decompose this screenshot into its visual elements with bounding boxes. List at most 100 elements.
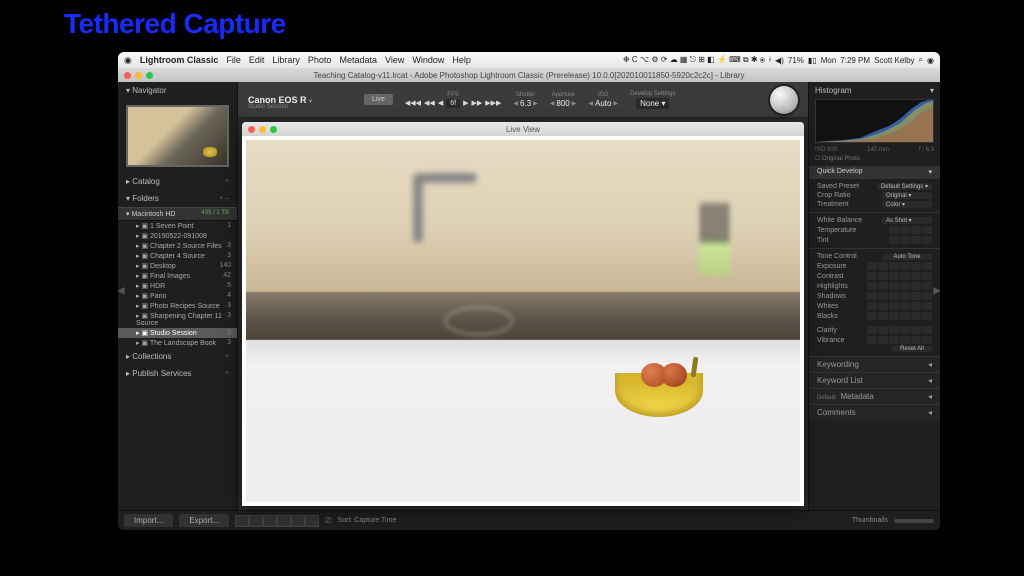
app-menu[interactable]: Lightroom Classic xyxy=(140,55,219,65)
close-icon[interactable] xyxy=(124,72,131,79)
live-view-titlebar: Live View xyxy=(242,122,804,136)
painter-icon[interactable]: ⎚ xyxy=(325,516,331,526)
shutter-button[interactable] xyxy=(770,86,798,114)
menu-view[interactable]: View xyxy=(385,55,404,65)
navigator-thumbnail[interactable] xyxy=(126,105,229,167)
tint-stepper[interactable] xyxy=(889,236,932,244)
view-mode-buttons[interactable] xyxy=(235,515,319,527)
folder-item[interactable]: ▸ ▣ Photo Recipes Source3 xyxy=(118,301,237,311)
shutter-value[interactable]: 6.3 xyxy=(520,99,531,108)
folder-item[interactable]: ▸ ▣ Desktop140 xyxy=(118,261,237,271)
bottom-toolbar: Import... Export... ⎚ Sort: Capture Time… xyxy=(118,510,940,530)
live-close-icon[interactable] xyxy=(248,126,255,133)
transport-controls[interactable]: ◀◀◀◀◀◀ 6f ▶▶▶▶▶▶ xyxy=(405,99,502,108)
folder-item[interactable]: ▸ ▣ Sharpening Chapter 11 Source3 xyxy=(118,311,237,328)
menu-file[interactable]: File xyxy=(226,55,241,65)
folders-header[interactable]: ▾ Folders+ – xyxy=(118,190,237,207)
camera-name[interactable]: Canon EOS R ▾ xyxy=(248,95,312,105)
metadata-header[interactable]: Default Metadata◂ xyxy=(809,388,940,404)
menubar-icons[interactable]: ❉ C ⌥ ⚙ ⟳ ☁ ▦ ⎋ ⊞ ◧ ⚡ ⌨ ⧉ ✱ ⦿ xyxy=(623,55,765,65)
aperture-value[interactable]: 800 xyxy=(556,99,569,108)
menu-photo[interactable]: Photo xyxy=(308,55,332,65)
wb-dropdown[interactable]: As Shot ▾ xyxy=(882,217,932,224)
tether-bar: Canon EOS R ▾ Studio Session Live FPS ◀◀… xyxy=(238,82,808,118)
folder-item[interactable]: ▸ ▣ Chapter 4 Source3 xyxy=(118,251,237,261)
auto-tone-button[interactable]: Auto Tone xyxy=(882,254,932,260)
bowl-blur xyxy=(444,306,514,336)
thumbnail-slider[interactable] xyxy=(894,519,934,523)
folder-item[interactable]: ▸ ▣ 1 Seven Point1 xyxy=(118,221,237,231)
folder-item[interactable]: ▸ ▣ The Landscape Book3 xyxy=(118,338,237,348)
folder-item[interactable]: ▸ ▣ Studio Session3 xyxy=(118,328,237,338)
histogram-info: ISO 800 140 mm f / 6.3 xyxy=(815,147,934,153)
faucet-blur xyxy=(377,173,507,263)
blacks-stepper[interactable] xyxy=(867,312,932,320)
volume-icon[interactable]: ◀) xyxy=(775,56,784,65)
folder-item[interactable]: ▸ ▣ 20190522-091008 xyxy=(118,231,237,241)
collapse-left-icon[interactable]: ◀ xyxy=(118,286,125,297)
sort-label: Sort: Capture Time xyxy=(338,517,397,524)
quick-develop-header[interactable]: Quick Develop▾ xyxy=(809,166,940,178)
folder-item[interactable]: ▸ ▣ Pano4 xyxy=(118,291,237,301)
keywording-header[interactable]: Keywording◂ xyxy=(809,356,940,372)
menu-help[interactable]: Help xyxy=(452,55,471,65)
window-title: Teaching Catalog-v11.lrcat - Adobe Photo… xyxy=(313,71,744,80)
window-titlebar: Teaching Catalog-v11.lrcat - Adobe Photo… xyxy=(118,68,940,82)
vibrance-stepper[interactable] xyxy=(867,336,932,344)
slide-title: Tethered Capture xyxy=(64,8,286,40)
temperature-stepper[interactable] xyxy=(889,226,932,234)
treatment-dropdown[interactable]: Color ▾ xyxy=(882,201,932,208)
iso-label: ISO xyxy=(598,92,608,98)
live-zoom-icon[interactable] xyxy=(270,126,277,133)
reset-button[interactable]: Reset All xyxy=(892,346,932,352)
preset-dropdown[interactable]: Default Settings ▾ xyxy=(877,183,932,190)
traffic-lights[interactable] xyxy=(124,72,153,79)
menu-library[interactable]: Library xyxy=(272,55,300,65)
histogram-display xyxy=(815,99,934,143)
minimize-icon[interactable] xyxy=(135,72,142,79)
whites-stepper[interactable] xyxy=(867,302,932,310)
shadows-stepper[interactable] xyxy=(867,292,932,300)
exposure-stepper[interactable] xyxy=(867,262,932,270)
export-button[interactable]: Export... xyxy=(179,514,229,527)
contrast-stepper[interactable] xyxy=(867,272,932,280)
live-minimize-icon[interactable] xyxy=(259,126,266,133)
menu-edit[interactable]: Edit xyxy=(249,55,265,65)
zoom-icon[interactable] xyxy=(146,72,153,79)
crop-dropdown[interactable]: Original ▾ xyxy=(882,192,932,199)
search-icon[interactable]: ⌕ xyxy=(919,55,923,65)
comments-header[interactable]: Comments◂ xyxy=(809,404,940,420)
folder-item[interactable]: ▸ ▣ Final Images42 xyxy=(118,271,237,281)
wifi-icon[interactable]: ⟊ xyxy=(769,55,771,65)
live-button[interactable]: Live xyxy=(364,94,393,105)
publish-header[interactable]: ▸ Publish Services+ xyxy=(118,365,237,382)
highlights-stepper[interactable] xyxy=(867,282,932,290)
shutter-label: Shutter xyxy=(516,92,535,98)
develop-value[interactable]: None ▾ xyxy=(636,98,669,109)
clarity-stepper[interactable] xyxy=(867,326,932,334)
right-panel: Histogram▾ ISO 800 140 mm f / 6.3 ☐ Orig… xyxy=(808,82,940,510)
volume-header[interactable]: ▾ Macintosh HD 435 / 1 TB xyxy=(118,207,237,221)
collections-header[interactable]: ▸ Collections+ xyxy=(118,348,237,365)
menu-window[interactable]: Window xyxy=(412,55,444,65)
folder-item[interactable]: ▸ ▣ Chapter 2 Source Files3 xyxy=(118,241,237,251)
clock-time[interactable]: 7:29 PM xyxy=(840,56,870,65)
import-button[interactable]: Import... xyxy=(124,514,173,527)
catalog-header[interactable]: ▸ Catalog+ xyxy=(118,173,237,190)
thumbnails-label: Thumbnails xyxy=(852,517,888,524)
clock-day[interactable]: Mon xyxy=(821,56,837,65)
keyword-list-header[interactable]: Keyword List◂ xyxy=(809,372,940,388)
live-view-title: Live View xyxy=(506,125,540,134)
develop-label: Develop Settings xyxy=(630,91,675,97)
menu-metadata[interactable]: Metadata xyxy=(339,55,377,65)
histogram-header[interactable]: Histogram▾ xyxy=(815,86,934,95)
siri-icon[interactable]: ◉ xyxy=(927,56,934,65)
apple-icon[interactable]: ◉ xyxy=(124,55,132,66)
battery-indicator[interactable]: 71% xyxy=(788,56,804,65)
sort-value[interactable]: Capture Time xyxy=(354,517,396,524)
iso-value[interactable]: Auto xyxy=(595,99,611,108)
folder-item[interactable]: ▸ ▣ HDR5 xyxy=(118,281,237,291)
user-name[interactable]: Scott Kelby xyxy=(874,56,914,65)
collapse-right-icon[interactable]: ▶ xyxy=(933,286,940,297)
navigator-header[interactable]: ▾ Navigator xyxy=(118,82,237,99)
